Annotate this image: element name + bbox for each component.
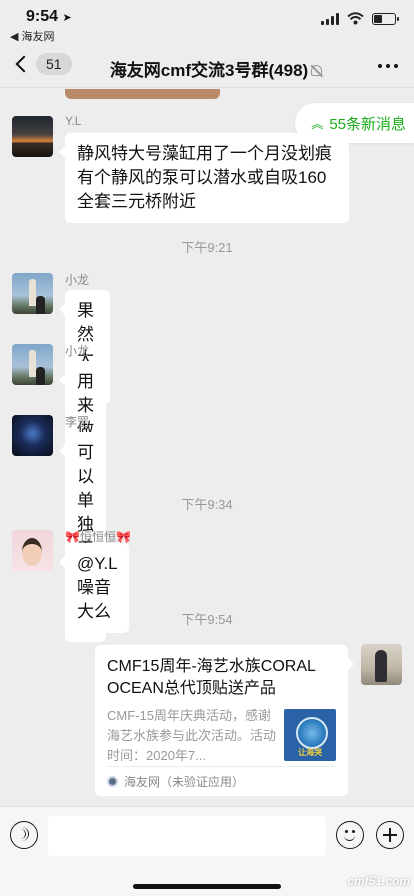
back-to-app-link[interactable]: ◀ 海友网 [10, 28, 55, 44]
voice-icon[interactable] [10, 821, 38, 849]
avatar-self[interactable] [361, 644, 402, 685]
status-icons [321, 12, 399, 25]
unread-count-badge: 51 [36, 53, 72, 75]
avatar[interactable] [12, 415, 53, 456]
avatar[interactable] [12, 344, 53, 385]
timestamp: 下午9:21 [181, 240, 233, 255]
link-card-description: CMF-15周年庆典活动，感谢海艺水族参与此次活动。活动时间：2020年7... [107, 708, 276, 763]
timestamp: 下午9:54 [181, 612, 233, 627]
sender-name: 小龙 [65, 344, 90, 358]
previous-image-message[interactable] [65, 89, 220, 99]
avatar[interactable] [12, 116, 53, 157]
plus-icon[interactable] [376, 821, 404, 849]
wifi-icon [347, 12, 364, 25]
sender-name: 李罡 [65, 415, 90, 429]
sender-name: 小龙 [65, 273, 90, 287]
timestamp: 下午9:34 [181, 497, 233, 512]
status-bar: 9:54 ➤ ◀ 海友网 [0, 0, 414, 44]
sender-name: Y.L [65, 114, 82, 128]
status-time: 9:54 ➤ [26, 8, 72, 25]
avatar[interactable] [12, 273, 53, 314]
app-source-icon [107, 776, 118, 787]
avatar[interactable] [12, 530, 53, 571]
mute-icon [311, 65, 323, 76]
watermark: cmf51.com [347, 874, 410, 888]
message-text-line: 有个静风的泵可以潜水或自吸160 [77, 168, 327, 187]
home-indicator[interactable] [133, 884, 281, 889]
more-icon[interactable] [378, 64, 398, 68]
message-bubble[interactable]: 静风特大号藻缸用了一个月没划痕 有个静风的泵可以潜水或自吸160 全套三元桥附近 [59, 133, 349, 223]
link-card-title: CMF15周年-海艺水族CORAL OCEAN总代顶贴送产品 [107, 658, 316, 697]
message-input[interactable] [48, 816, 326, 856]
chat-title: 海友网cmf交流3号群(498) [96, 56, 336, 81]
link-card-source: 海友网（未验证应用） [107, 766, 336, 796]
double-chevron-up-icon: ︽ [311, 116, 324, 131]
emoji-icon[interactable] [336, 821, 364, 849]
message-text-line: 全套三元桥附近 [77, 192, 196, 211]
link-card-thumbnail: 让海哭 [284, 709, 336, 761]
chat-header: 51 海友网cmf交流3号群(498) [0, 44, 414, 88]
chevron-left-icon [15, 55, 33, 73]
message-text-line: 静风特大号藻缸用了一个月没划痕 [77, 144, 332, 163]
link-card[interactable]: CMF15周年-海艺水族CORAL OCEAN总代顶贴送产品 CMF-15周年庆… [95, 645, 354, 796]
location-icon: ➤ [62, 12, 72, 24]
message-list[interactable]: ︽ 55条新消息 Y.L 静风特大号藻缸用了一个月没划痕 有个静风的泵可以潜水或… [0, 89, 414, 806]
signal-bars-icon [321, 12, 339, 25]
thumbnail-label: 让海哭 [298, 748, 322, 757]
battery-icon [372, 12, 399, 25]
back-button[interactable]: 51 [12, 53, 72, 75]
new-messages-label: 55条新消息 [329, 115, 406, 133]
link-card-source-label: 海友网（未验证应用） [124, 775, 245, 789]
